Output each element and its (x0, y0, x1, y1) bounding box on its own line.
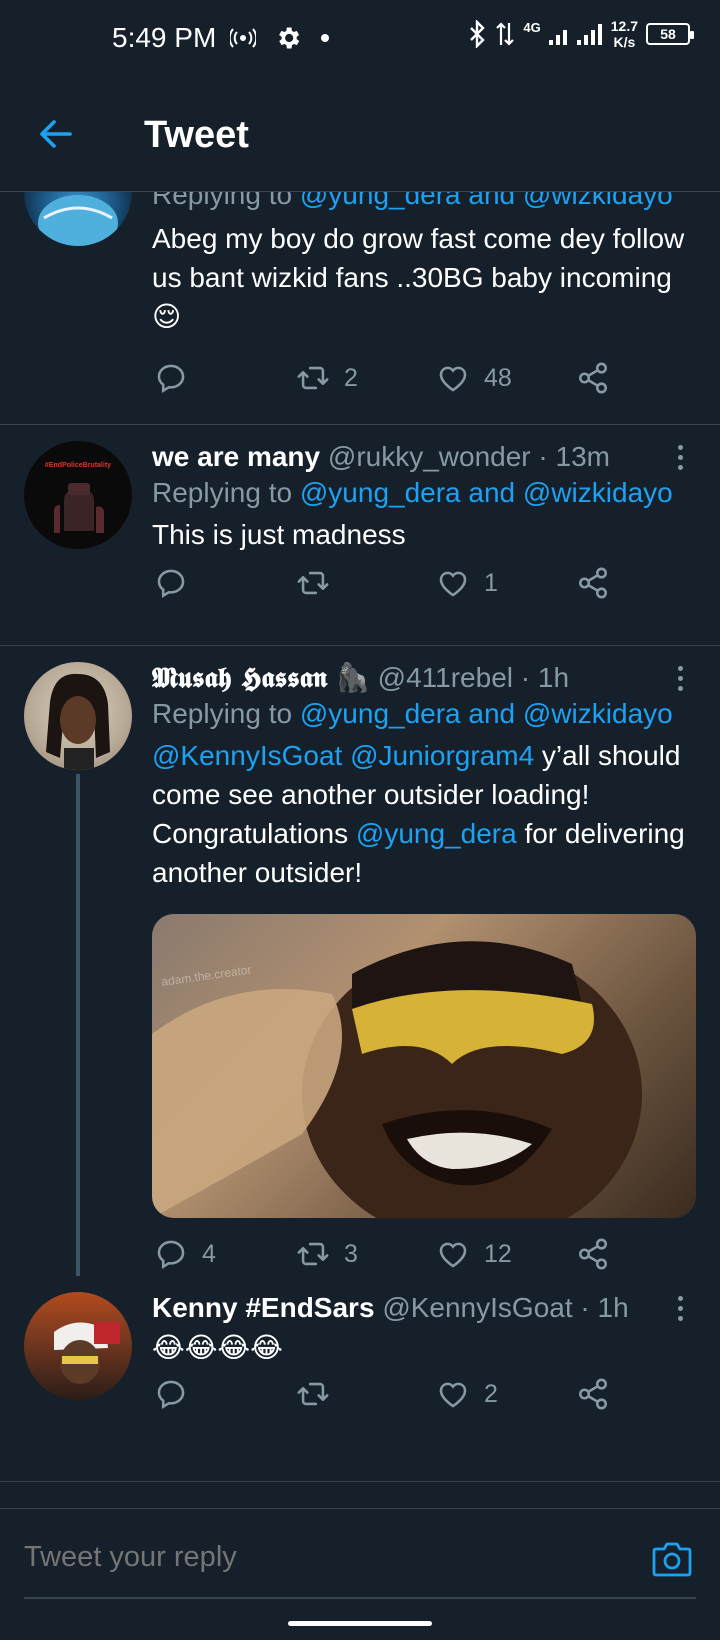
tweet-time: 13m (555, 441, 610, 472)
tweet-actions: 1 (152, 563, 612, 603)
tweet-item[interactable]: Kenny #EndSars @KennyIsGoat · 1h 😂😂😂😂 2 (0, 1276, 720, 1470)
user-handle: @KennyIsGoat (382, 1292, 573, 1323)
user-handle: @411rebel (377, 662, 513, 693)
tweet-media-image[interactable]: adam.the.creator (152, 914, 696, 1218)
tweet-text: @KennyIsGoat @Juniorgram4 y’all should c… (152, 740, 685, 888)
network-speed: 12.7 K/s (610, 18, 638, 50)
tweet-text: 😂😂😂😂 (152, 1332, 283, 1363)
watermark-text: adam.the.creator (160, 962, 252, 988)
mention-link[interactable]: @yung_dera and @wizkidayo (300, 192, 673, 210)
camera-icon[interactable] (650, 1537, 694, 1581)
user-handle: @rukky_wonder (327, 441, 531, 472)
share-icon (578, 362, 608, 394)
tweet-header: we are many @rukky_wonder · 13m (152, 441, 610, 472)
mention-link[interactable]: @yung_dera and @wizkidayo (300, 477, 673, 508)
network-type: 4G (523, 19, 541, 35)
tweet-time: 1h (597, 1292, 629, 1323)
like-button[interactable]: 2 (436, 1374, 498, 1414)
reply-icon (157, 364, 185, 394)
display-name[interactable]: 𝕸𝖚𝖘𝖆𝖍 𝕳𝖆𝖘𝖘𝖆𝖓 (152, 661, 327, 694)
status-time: 5:49 PM (112, 22, 217, 53)
replying-to: Replying to @yung_dera and @wizkidayo (152, 192, 696, 213)
more-options-icon[interactable] (668, 439, 692, 475)
replying-to: Replying to @yung_dera and @wizkidayo (152, 477, 673, 508)
status-bar: 5:49 PM 4G 12.7 K/s 58 (0, 0, 720, 78)
tweet-item[interactable]: 𝕸𝖚𝖘𝖆𝖍 𝕳𝖆𝖘𝖘𝖆𝖓 🦍 @411rebel · 1h Replying t… (0, 646, 720, 1276)
mention-link[interactable]: @yung_dera (356, 818, 517, 849)
tweet-actions: 4 3 12 (152, 1234, 612, 1274)
retweet-button[interactable] (296, 1374, 344, 1414)
divider (0, 1481, 720, 1482)
retweet-button[interactable]: 2 (296, 358, 358, 398)
share-icon (578, 567, 608, 599)
mention-link[interactable]: @yung_dera and @wizkidayo (300, 698, 673, 729)
signal-icon (548, 24, 602, 45)
share-button[interactable] (576, 1374, 610, 1414)
home-indicator[interactable] (288, 1621, 432, 1626)
heart-icon (439, 1382, 467, 1408)
display-name[interactable]: we are many (152, 441, 320, 472)
hotspot-icon (230, 28, 256, 48)
heart-icon (439, 366, 467, 392)
avatar[interactable]: #EndPoliceBrutality (24, 441, 132, 549)
avatar[interactable] (24, 1292, 132, 1400)
page-title: Tweet (144, 114, 249, 156)
reply-composer (0, 1508, 720, 1640)
reply-input[interactable] (24, 1541, 584, 1574)
tweet-item[interactable]: #EndPoliceBrutality we are many @rukky_w… (0, 425, 720, 635)
retweet-button[interactable]: 3 (296, 1234, 358, 1274)
retweet-icon (297, 571, 329, 595)
retweet-icon (297, 1382, 329, 1406)
reply-icon (157, 1240, 185, 1270)
retweet-button[interactable] (296, 563, 344, 603)
back-arrow-icon[interactable] (36, 114, 76, 154)
tweet-text: Abeg my boy do grow fast come dey follow… (152, 223, 685, 332)
tweet-actions: 2 (152, 1374, 612, 1414)
tweet-time: 1h (537, 662, 570, 693)
tweet-actions: 2 48 (152, 358, 612, 398)
reply-button[interactable]: 4 (154, 1234, 216, 1274)
like-button[interactable]: 1 (436, 563, 498, 603)
reply-button[interactable] (154, 563, 202, 603)
thread-connector (76, 774, 80, 1276)
battery-icon: 58 (646, 23, 694, 45)
mention-link[interactable]: @KennyIsGoat (152, 740, 342, 771)
share-button[interactable] (576, 358, 610, 398)
reply-icon (157, 1380, 185, 1410)
settings-gear-icon (279, 27, 300, 49)
tweet-text: This is just madness (152, 519, 406, 550)
replying-to: Replying to @yung_dera and @wizkidayo (152, 698, 673, 729)
avatar[interactable] (24, 662, 132, 770)
like-button[interactable]: 48 (436, 358, 512, 398)
mention-link[interactable]: @Juniorgram4 (350, 740, 534, 771)
heart-icon (439, 1242, 467, 1268)
reply-thread[interactable]: Replying to @yung_dera and @wizkidayo Ab… (0, 192, 720, 1502)
more-options-icon[interactable] (668, 660, 692, 696)
share-icon (578, 1238, 608, 1270)
share-button[interactable] (576, 1234, 610, 1274)
more-options-icon[interactable] (668, 1290, 692, 1326)
reply-button[interactable] (154, 1374, 202, 1414)
top-app-bar: Tweet (0, 78, 720, 192)
retweet-icon (297, 1242, 329, 1266)
reply-button[interactable] (154, 358, 202, 398)
display-name[interactable]: Kenny #EndSars (152, 1292, 375, 1323)
gorilla-emoji-icon: 🦍 (335, 662, 370, 693)
like-button[interactable]: 12 (436, 1234, 512, 1274)
share-button[interactable] (576, 563, 610, 603)
avatar-hashtag-text: #EndPoliceBrutality (45, 462, 111, 469)
reply-icon (157, 569, 185, 599)
retweet-icon (297, 366, 329, 390)
notification-dot-icon (321, 34, 329, 42)
input-underline (24, 1597, 696, 1599)
data-transfer-icon (496, 22, 515, 46)
tweet-header: Kenny #EndSars @KennyIsGoat · 1h (152, 1292, 629, 1323)
tweet-header: 𝕸𝖚𝖘𝖆𝖍 𝕳𝖆𝖘𝖘𝖆𝖓 🦍 @411rebel · 1h (152, 661, 570, 694)
share-icon (578, 1378, 608, 1410)
bluetooth-icon (470, 20, 486, 48)
heart-icon (439, 571, 467, 597)
avatar[interactable] (24, 192, 132, 246)
